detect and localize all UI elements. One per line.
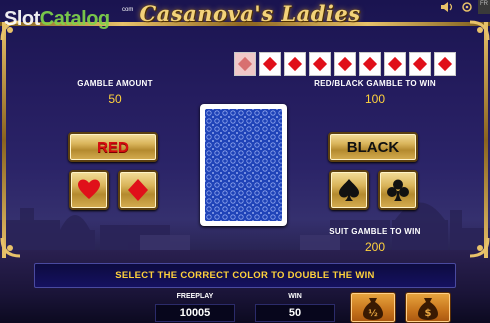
watermark-part2: Catalog (39, 8, 110, 30)
diamond-icon (362, 56, 378, 72)
settings-icon[interactable] (460, 1, 474, 13)
diamond-icon (287, 56, 303, 72)
red-button-label: RED (97, 138, 129, 156)
spade-icon (339, 179, 359, 201)
card-history (234, 52, 456, 76)
frame-corner-ornament (0, 237, 21, 258)
heart-icon (78, 179, 100, 199)
club-icon (387, 179, 409, 201)
diamonds-button[interactable] (118, 170, 158, 210)
frame-corner-ornament (469, 20, 490, 41)
suit-win-label: SUIT GAMBLE TO WIN (329, 227, 421, 236)
svg-text:$: $ (425, 308, 432, 319)
money-bag-dollar-icon: $ (418, 297, 438, 320)
message-text: SELECT THE CORRECT COLOR TO DOUBLE THE W… (115, 270, 375, 281)
gamble-amount-label: GAMBLE AMOUNT (77, 79, 153, 88)
frame-right-border (484, 22, 488, 258)
card-back-pattern (205, 109, 282, 221)
history-card (359, 52, 381, 76)
clubs-button[interactable] (378, 170, 418, 210)
message-bar: SELECT THE CORRECT COLOR TO DOUBLE THE W… (34, 263, 456, 288)
black-button-label: BLACK (346, 138, 400, 156)
history-card (309, 52, 331, 76)
diamond-icon (312, 56, 328, 72)
half-collect-button[interactable]: ½ (350, 292, 396, 323)
game-title: Casanova's Ladies (139, 1, 361, 26)
gamble-card (200, 104, 287, 226)
money-bag-half-icon: ½ (363, 297, 383, 320)
history-card (284, 52, 306, 76)
history-card (334, 52, 356, 76)
spades-button[interactable] (329, 170, 369, 210)
diamond-icon (387, 56, 403, 72)
hearts-button[interactable] (69, 170, 109, 210)
freeplay-label: FREEPLAY (176, 293, 214, 300)
gamble-amount-value: 50 (108, 92, 122, 106)
history-card (409, 52, 431, 76)
history-card (434, 52, 456, 76)
black-button[interactable]: BLACK (328, 132, 418, 162)
frame-corner-ornament (469, 237, 490, 258)
speaker-icon[interactable] (440, 1, 454, 13)
win-label: WIN (288, 293, 302, 300)
red-button[interactable]: RED (68, 132, 158, 162)
win-value: 50 (255, 304, 335, 322)
freeplay-value: 10005 (155, 304, 235, 322)
history-card (234, 52, 256, 76)
diamond-icon (237, 56, 253, 72)
diamond-icon (262, 56, 278, 72)
diamond-icon (412, 56, 428, 72)
red-black-win-value: 100 (364, 92, 386, 106)
red-black-win-label: RED/BLACK GAMBLE TO WIN (314, 79, 436, 88)
diamond-icon (437, 56, 453, 72)
collect-button[interactable]: $ (405, 292, 451, 323)
watermark-logo: SlotCatalog (4, 8, 110, 31)
game-stage: Casanova's Ladies SlotCatalog com FR GAM… (0, 0, 490, 323)
history-card (259, 52, 281, 76)
suit-win-value: 200 (364, 240, 386, 254)
diamond-icon (128, 179, 148, 201)
top-right-tag: FR (478, 0, 490, 14)
watermark-suffix: com (122, 7, 134, 13)
watermark-part1: Slot (4, 8, 40, 30)
half-symbol: ½ (368, 308, 377, 319)
history-card (384, 52, 406, 76)
frame-left-border (2, 22, 6, 258)
diamond-icon (337, 56, 353, 72)
